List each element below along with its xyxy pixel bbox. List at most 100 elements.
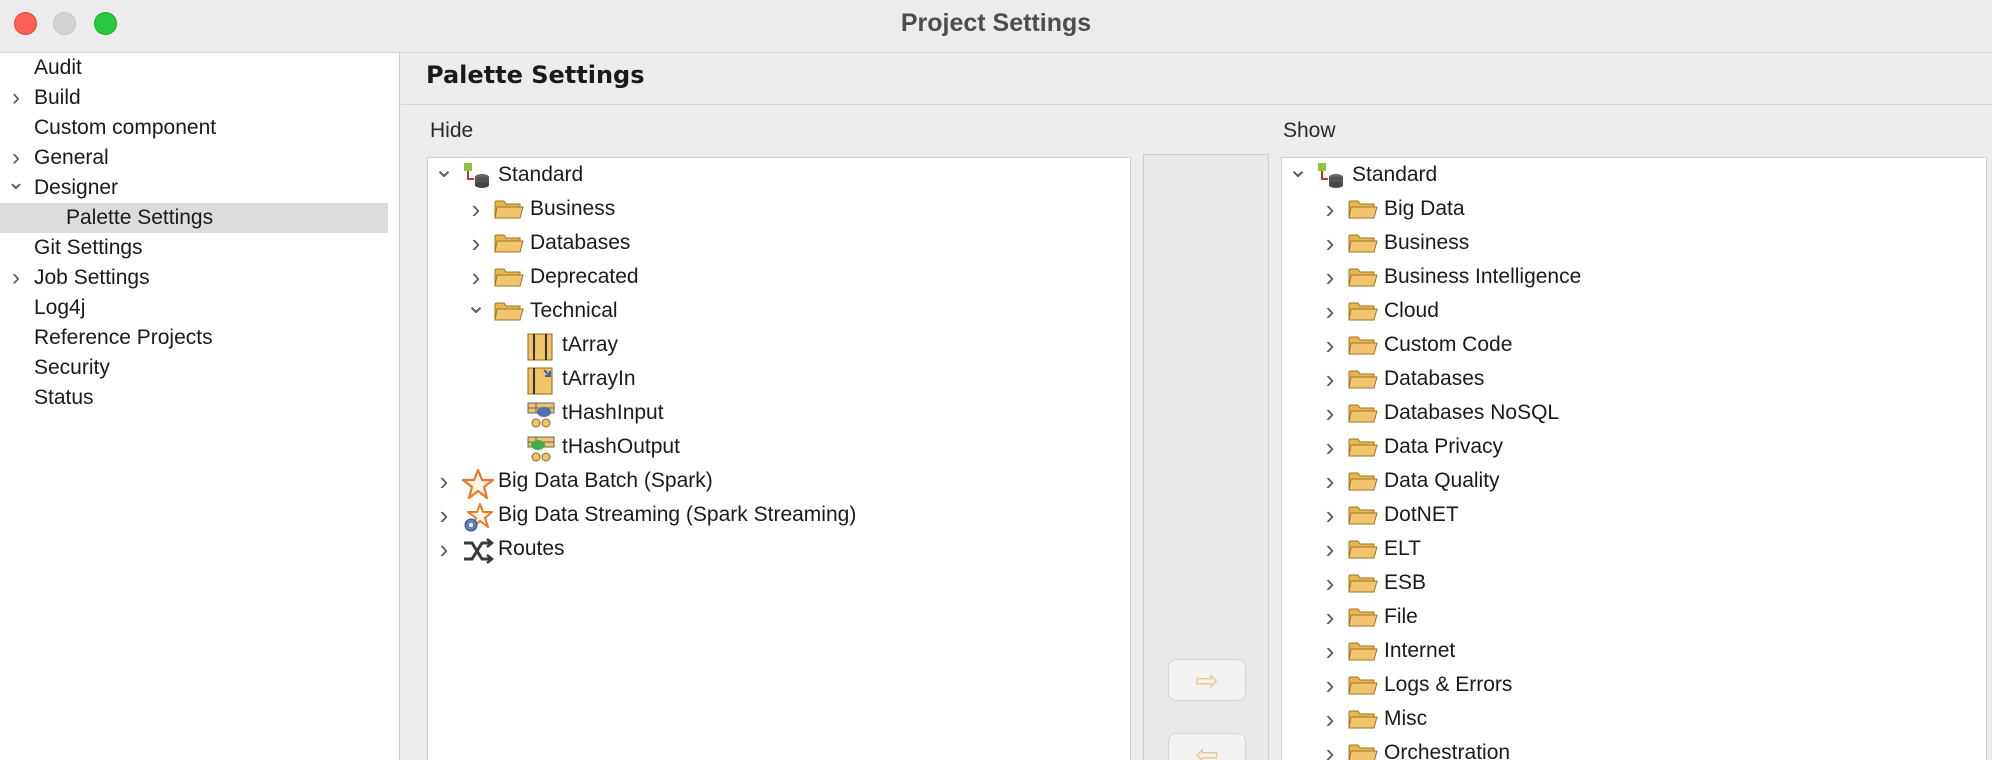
panel-header: Palette Settings: [401, 53, 1992, 105]
sidebar-item-label: General: [34, 146, 109, 169]
chevron-right-icon[interactable]: ›: [1318, 362, 1342, 396]
tree-node-label: Data Quality: [1384, 469, 1500, 492]
move-to-show-button[interactable]: ⇨: [1168, 659, 1246, 701]
window-title: Project Settings: [900, 9, 1092, 37]
folder-icon: [1348, 367, 1378, 391]
show-tree[interactable]: ⌄ Standard › Big Data › Business › Business Int…: [1281, 157, 1987, 760]
chevron-right-icon[interactable]: ›: [1318, 736, 1342, 760]
chevron-right-icon[interactable]: ›: [1318, 498, 1342, 532]
folder-icon: [1348, 673, 1378, 697]
arrow-right-icon: ⇨: [1195, 664, 1219, 696]
chevron-right-icon[interactable]: ›: [1318, 192, 1342, 226]
tree-node-label: Internet: [1384, 639, 1456, 662]
tree-node-label: DotNET: [1384, 503, 1459, 526]
component-array-icon: [526, 333, 556, 361]
tree-node-label: Databases: [1384, 367, 1485, 390]
project-settings-window: Project Settings Audit › Build Custom compo…: [0, 0, 1992, 760]
sidebar-item[interactable]: › General: [0, 143, 388, 173]
spark-streaming-icon: [462, 503, 493, 532]
chevron-right-icon[interactable]: ›: [1318, 328, 1342, 362]
tree-node-label: tHashInput: [562, 401, 664, 424]
folder-icon: [1348, 299, 1378, 323]
folder-icon: [1348, 401, 1378, 425]
sidebar-item-label: Palette Settings: [66, 206, 214, 229]
chevron-right-icon[interactable]: ›: [6, 263, 26, 293]
tree-node-label: Standard: [1352, 163, 1438, 186]
sidebar-item-label: Custom component: [34, 116, 217, 139]
chevron-right-icon[interactable]: ›: [1318, 260, 1342, 294]
tree-node-label: Orchestration: [1384, 741, 1511, 760]
palette-root-icon: [462, 163, 492, 188]
chevron-right-icon[interactable]: ›: [432, 498, 456, 532]
sidebar-item[interactable]: Reference Projects: [0, 323, 388, 353]
tree-node-label: tHashOutput: [562, 435, 680, 458]
arrow-left-icon: ⇦: [1195, 738, 1219, 760]
chevron-down-icon[interactable]: ⌄: [432, 158, 456, 192]
sidebar-item[interactable]: Git Settings: [0, 233, 388, 263]
sidebar-item-label: Security: [34, 356, 110, 379]
folder-icon: [494, 265, 524, 289]
tree-node-label: Custom Code: [1384, 333, 1513, 356]
chevron-right-icon[interactable]: ›: [1318, 702, 1342, 736]
tree-node-label: Big Data Streaming (Spark Streaming): [498, 503, 857, 526]
hide-tree[interactable]: ⌄ Standard › Business › Databases › Deprecated ⌄…: [427, 157, 1131, 760]
sidebar-item[interactable]: Palette Settings: [0, 203, 388, 233]
sidebar-item[interactable]: Status: [0, 383, 388, 413]
chevron-right-icon[interactable]: ›: [1318, 668, 1342, 702]
chevron-right-icon[interactable]: ›: [432, 532, 456, 566]
sidebar-item-label: Status: [34, 386, 94, 409]
chevron-right-icon[interactable]: ›: [1318, 566, 1342, 600]
chevron-right-icon[interactable]: ›: [1318, 600, 1342, 634]
move-to-hide-button[interactable]: ⇦: [1168, 733, 1246, 760]
folder-icon: [1348, 265, 1378, 289]
sidebar-item-label: Reference Projects: [34, 326, 213, 349]
chevron-right-icon[interactable]: ›: [1318, 294, 1342, 328]
tree-node-label: Business: [1384, 231, 1470, 254]
chevron-down-icon[interactable]: ⌄: [464, 294, 488, 328]
chevron-right-icon[interactable]: ›: [6, 83, 26, 113]
tree-node-label: ESB: [1384, 571, 1427, 594]
tree-node-label: Cloud: [1384, 299, 1439, 322]
tree-node-label: Big Data: [1384, 197, 1465, 220]
component-hash-output-icon: [526, 435, 556, 462]
sidebar-item[interactable]: ⌄ Designer: [0, 171, 388, 203]
spark-star-icon: [461, 468, 495, 500]
folder-icon: [1348, 537, 1378, 561]
sidebar-item[interactable]: › Job Settings: [0, 263, 388, 293]
chevron-right-icon[interactable]: ›: [464, 192, 488, 226]
component-hash-input-icon: [526, 401, 556, 428]
sidebar-item[interactable]: Audit: [0, 53, 388, 83]
tree-node-label: File: [1384, 605, 1418, 628]
sidebar-item[interactable]: Log4j: [0, 293, 388, 323]
show-label: Show: [1283, 119, 1336, 142]
chevron-right-icon[interactable]: ›: [1318, 396, 1342, 430]
panel-title: Palette Settings: [426, 61, 645, 89]
chevron-down-icon[interactable]: ⌄: [1286, 158, 1310, 192]
component-array-in-icon: [526, 367, 556, 395]
chevron-right-icon[interactable]: ›: [464, 226, 488, 260]
chevron-right-icon[interactable]: ›: [432, 464, 456, 498]
sidebar-item[interactable]: › Build: [0, 83, 388, 113]
sidebar-item-label: Log4j: [34, 296, 86, 319]
tree-node-label: Logs & Errors: [1384, 673, 1513, 696]
chevron-down-icon[interactable]: ⌄: [6, 171, 26, 203]
chevron-right-icon[interactable]: ›: [1318, 430, 1342, 464]
folder-icon: [1348, 469, 1378, 493]
chevron-right-icon[interactable]: ›: [1318, 532, 1342, 566]
folder-icon: [1348, 707, 1378, 731]
settings-sidebar: Audit › Build Custom component › General ⌄ Desi…: [0, 53, 400, 760]
hide-label: Hide: [430, 119, 474, 142]
sidebar-item[interactable]: Security: [0, 353, 388, 383]
chevron-right-icon[interactable]: ›: [464, 260, 488, 294]
folder-icon: [1348, 571, 1378, 595]
tree-node-label: tArrayIn: [562, 367, 636, 390]
folder-icon: [494, 197, 524, 221]
chevron-right-icon[interactable]: ›: [1318, 464, 1342, 498]
chevron-right-icon[interactable]: ›: [1318, 634, 1342, 668]
folder-icon: [1348, 741, 1378, 760]
tree-node-label: Databases: [530, 231, 631, 254]
folder-icon: [1348, 231, 1378, 255]
chevron-right-icon[interactable]: ›: [1318, 226, 1342, 260]
palette-root-icon: [1316, 163, 1346, 188]
sidebar-item[interactable]: Custom component: [0, 113, 388, 143]
